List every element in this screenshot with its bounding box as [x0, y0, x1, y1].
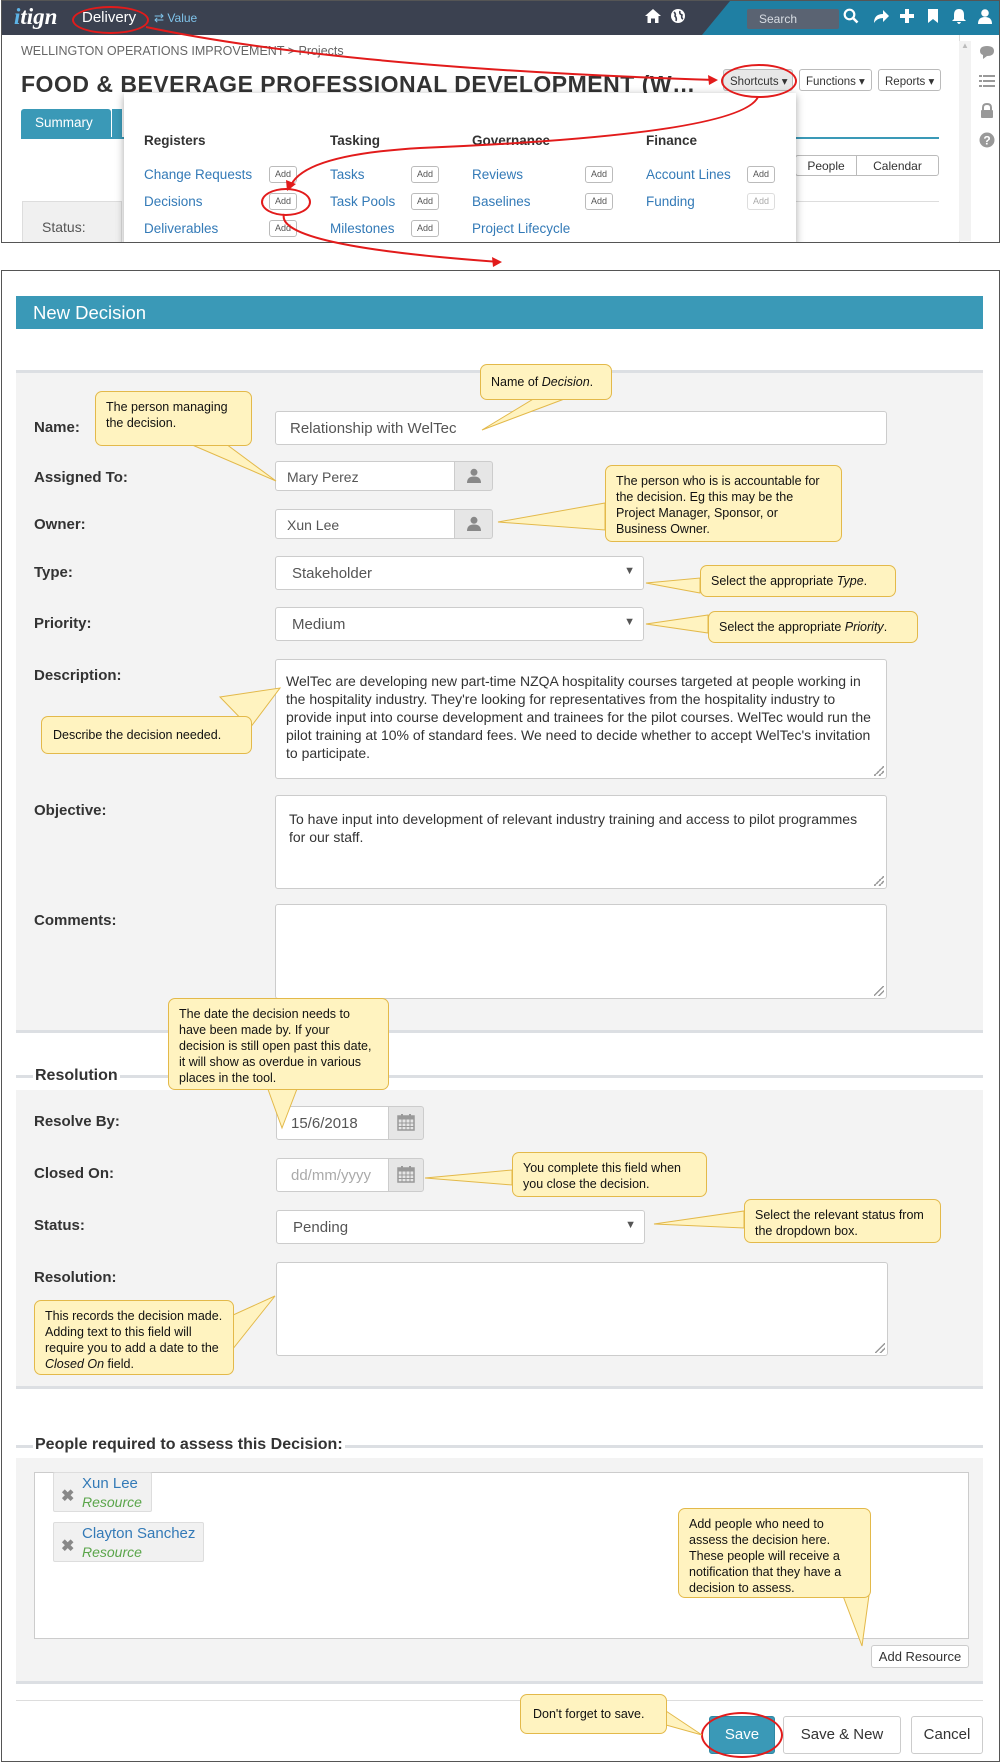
- callout-add-people: Add people who need to assess the decisi…: [678, 1508, 871, 1598]
- callout-status: Select the relevant status from the drop…: [744, 1199, 941, 1243]
- callout-priority: Select the appropriate Priority.: [708, 611, 918, 643]
- callout-person-managing: The person managing the decision.: [95, 391, 252, 446]
- callout-accountable: The person who is is accountable for the…: [605, 465, 842, 542]
- callout-name: Name of Decision.: [480, 364, 612, 400]
- callout-describe: Describe the decision needed.: [41, 716, 252, 754]
- callout-date-needed: The date the decision needs to have been…: [168, 998, 389, 1090]
- callout-records: This records the decision made. Adding t…: [34, 1300, 234, 1375]
- callout-save: Don't forget to save.: [520, 1694, 667, 1734]
- callout-pointers: [145, 26, 871, 1736]
- callout-type: Select the appropriate Type.: [700, 565, 896, 597]
- callout-closed-on: You complete this field when you close t…: [512, 1152, 707, 1197]
